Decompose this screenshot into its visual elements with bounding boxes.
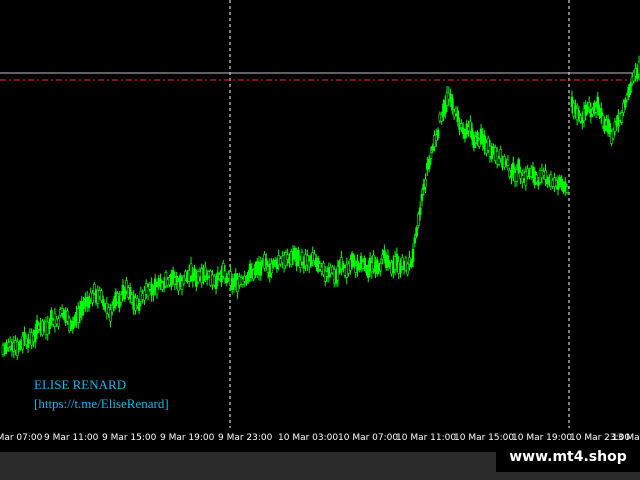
time-axis-label: 9 Mar 23:00 <box>218 433 273 443</box>
candle <box>617 109 620 133</box>
candle <box>424 173 427 194</box>
price-chart[interactable] <box>0 0 640 428</box>
time-axis-label: 9 Mar 11:00 <box>44 433 99 443</box>
candle <box>506 155 510 171</box>
time-axis-label: 10 Mar 11:00 <box>396 433 457 443</box>
time-axis-label: 9 Mar 15:00 <box>102 433 157 443</box>
author-name: ELISE RENARD <box>34 377 127 392</box>
telegram-link[interactable]: [https://t.me/EliseRenard] <box>34 396 169 412</box>
candle <box>306 249 309 271</box>
candle <box>517 157 520 175</box>
candle <box>57 315 60 330</box>
candle <box>352 253 356 268</box>
candle <box>96 285 100 309</box>
candle <box>164 270 168 289</box>
time-axis-label: 10 Mar 03:00 <box>278 433 339 443</box>
time-axis-label: 9 Mar 19:00 <box>160 433 215 443</box>
time-axis-label: 10 Mar 07:00 <box>338 433 399 443</box>
candle <box>415 225 418 239</box>
time-axis-label: 9 Mar 07:00 <box>0 433 43 443</box>
candle <box>150 277 153 302</box>
candle <box>420 188 424 207</box>
chart-canvas <box>0 0 640 428</box>
candle <box>379 258 383 277</box>
site-watermark: www.mt4.shop <box>496 442 640 472</box>
candle <box>520 169 524 189</box>
